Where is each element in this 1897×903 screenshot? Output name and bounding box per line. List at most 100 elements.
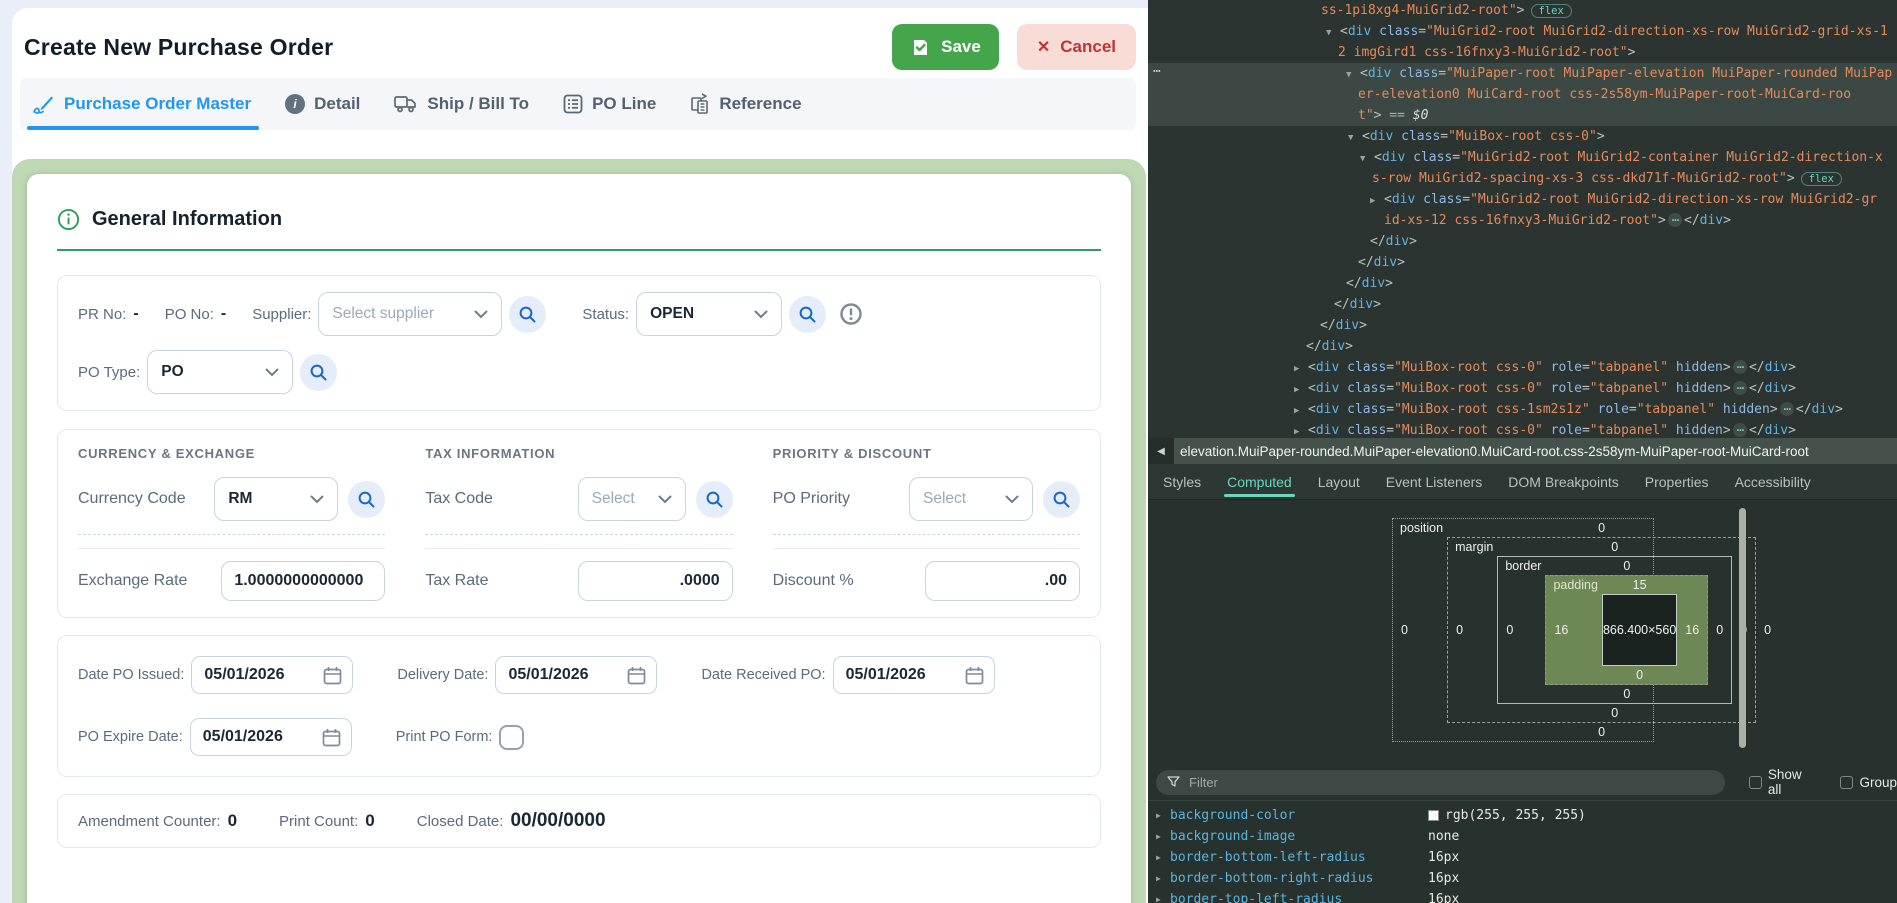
po-expire-date-input[interactable]: 05/01/2026 bbox=[190, 718, 352, 756]
computed-property-row[interactable]: ▶background-colorrgb(255, 255, 255) bbox=[1148, 805, 1897, 826]
computed-properties-list[interactable]: ▶background-colorrgb(255, 255, 255)▶back… bbox=[1148, 800, 1897, 903]
tab-po-line[interactable]: PO Line bbox=[563, 78, 656, 130]
dom-tree-line[interactable]: </div> bbox=[1148, 294, 1897, 315]
dom-tree-line[interactable]: id-xs-12 css-16fnxy3-MuiGrid2-root">⋯</d… bbox=[1148, 210, 1897, 231]
group-toggle[interactable]: Group bbox=[1840, 775, 1897, 790]
box-model-diagram: position 0 0 0 0 margin 0 0 0 0 border bbox=[1392, 518, 1654, 742]
devtools-tab-properties[interactable]: Properties bbox=[1632, 464, 1722, 500]
currency-code-select[interactable]: RM bbox=[214, 477, 338, 521]
tab-purchase-order-master[interactable]: Purchase Order Master bbox=[32, 78, 251, 130]
form-green-frame: General Information PR No: - PO No: - bbox=[12, 159, 1146, 903]
devtools-tab-computed[interactable]: Computed bbox=[1214, 464, 1305, 500]
save-button[interactable]: Save bbox=[892, 24, 999, 70]
status-value: OPEN bbox=[650, 305, 694, 323]
dom-tree-line[interactable]: </div> bbox=[1148, 252, 1897, 273]
devtools-tab-dom-breakpoints[interactable]: DOM Breakpoints bbox=[1495, 464, 1631, 500]
position-top: 0 bbox=[1447, 519, 1756, 537]
exchange-rate-label: Exchange Rate bbox=[78, 572, 211, 590]
position-bottom: 0 bbox=[1447, 723, 1756, 741]
po-type-search-button[interactable] bbox=[300, 354, 337, 391]
po-priority-search-button[interactable] bbox=[1043, 481, 1080, 518]
dom-tree-line[interactable]: ▼<div class="MuiGrid2-root MuiGrid2-dire… bbox=[1148, 21, 1897, 42]
more-actions-icon[interactable]: ⋯ bbox=[1153, 61, 1159, 82]
devtools-breadcrumb-bar[interactable]: ◀ elevation.MuiPaper-rounded.MuiPaper-el… bbox=[1148, 438, 1897, 464]
breadcrumb-back-button[interactable]: ◀ bbox=[1148, 438, 1174, 464]
signature-pen-icon bbox=[32, 93, 55, 116]
breadcrumb[interactable]: elevation.MuiPaper-rounded.MuiPaper-elev… bbox=[1174, 444, 1809, 459]
currency-search-button[interactable] bbox=[348, 481, 385, 518]
status-select[interactable]: OPEN bbox=[636, 292, 782, 336]
dom-tree-line[interactable]: er-elevation0 MuiCard-root css-2s58ym-Mu… bbox=[1148, 84, 1897, 105]
dom-tree-line[interactable]: t"> == $0 bbox=[1148, 105, 1897, 126]
app-card: Create New Purchase Order Save ✕ Cancel bbox=[12, 8, 1148, 903]
expand-arrow-icon[interactable]: ▶ bbox=[1156, 853, 1170, 862]
dom-tree-line[interactable]: ▶<div class="MuiBox-root css-0" role="ta… bbox=[1148, 420, 1897, 438]
dom-tree-line[interactable]: 2 imgGird1 css-16fnxy3-MuiGrid2-root"> bbox=[1148, 42, 1897, 63]
save-button-label: Save bbox=[941, 37, 981, 57]
priority-section-header: PRIORITY & DISCOUNT bbox=[773, 446, 1080, 461]
tab-ship-bill-to[interactable]: Ship / Bill To bbox=[394, 78, 529, 130]
po-priority-select[interactable]: Select bbox=[909, 477, 1033, 521]
status-search-button[interactable] bbox=[789, 296, 826, 333]
calendar-icon[interactable] bbox=[323, 666, 342, 685]
supplier-search-button[interactable] bbox=[509, 296, 546, 333]
dom-tree-line[interactable]: </div> bbox=[1148, 231, 1897, 252]
tax-code-search-button[interactable] bbox=[696, 481, 733, 518]
supplier-select[interactable]: Select supplier bbox=[318, 292, 502, 336]
dom-tree-line[interactable]: ▶<div class="MuiBox-root css-1sm2s1z" ro… bbox=[1148, 399, 1897, 420]
padding-left: 16 bbox=[1546, 623, 1602, 637]
dom-tree-line[interactable]: ▶<div class="MuiGrid2-root MuiGrid2-dire… bbox=[1148, 189, 1897, 210]
devtools-tab-event-listeners[interactable]: Event Listeners bbox=[1373, 464, 1496, 500]
dom-tree-line[interactable]: ss-1pi8xg4-MuiGrid2-root">flex bbox=[1148, 0, 1897, 21]
date-po-issued-input[interactable]: 05/01/2026 bbox=[191, 656, 353, 694]
print-po-form-checkbox[interactable] bbox=[499, 725, 524, 750]
padding-label: padding bbox=[1546, 576, 1602, 594]
calendar-icon[interactable] bbox=[965, 666, 984, 685]
group-checkbox[interactable] bbox=[1840, 776, 1853, 789]
tax-rate-input[interactable]: .0000 bbox=[578, 561, 733, 601]
discount-input[interactable]: .00 bbox=[925, 561, 1080, 601]
tab-reference[interactable]: Reference bbox=[690, 78, 801, 130]
dom-tree-line[interactable]: s-row MuiGrid2-spacing-xs-3 css-dkd71f-M… bbox=[1148, 168, 1897, 189]
show-all-checkbox[interactable] bbox=[1749, 776, 1761, 789]
scrollbar-thumb[interactable] bbox=[1739, 508, 1746, 748]
filter-input[interactable]: Filter bbox=[1156, 770, 1725, 795]
funnel-filter-icon bbox=[1167, 776, 1180, 788]
margin-left: 0 bbox=[1448, 623, 1497, 637]
dom-tree-line[interactable]: ▶<div class="MuiBox-root css-0" role="ta… bbox=[1148, 378, 1897, 399]
devtools-tab-styles[interactable]: Styles bbox=[1150, 464, 1214, 500]
expand-arrow-icon[interactable]: ▶ bbox=[1156, 811, 1170, 820]
collapsed-children-icon: ⋯ bbox=[1733, 423, 1747, 437]
dom-tree-line[interactable]: ▼<div class="MuiBox-root css-0"> bbox=[1148, 126, 1897, 147]
expand-arrow-icon[interactable]: ▶ bbox=[1156, 874, 1170, 883]
calendar-icon[interactable] bbox=[627, 666, 646, 685]
computed-property-row[interactable]: ▶border-top-left-radius16px bbox=[1148, 889, 1897, 903]
expand-arrow-icon[interactable]: ▶ bbox=[1156, 832, 1170, 841]
expand-arrow-icon[interactable]: ▶ bbox=[1156, 895, 1170, 903]
tax-code-select[interactable]: Select bbox=[578, 477, 686, 521]
po-type-select[interactable]: PO bbox=[147, 350, 293, 394]
devtools-tab-layout[interactable]: Layout bbox=[1305, 464, 1373, 500]
delivery-date-input[interactable]: 05/01/2026 bbox=[495, 656, 657, 694]
devtools-tab-accessibility[interactable]: Accessibility bbox=[1722, 464, 1824, 500]
computed-property-row[interactable]: ▶background-imagenone bbox=[1148, 826, 1897, 847]
dom-tree-line[interactable]: ⋯▼<div class="MuiPaper-root MuiPaper-ele… bbox=[1148, 63, 1897, 84]
dom-tree-line[interactable]: </div> bbox=[1148, 273, 1897, 294]
counters-fieldset: Amendment Counter: 0 Print Count: 0 Clos… bbox=[57, 794, 1101, 848]
cancel-button[interactable]: ✕ Cancel bbox=[1017, 24, 1136, 70]
document-reference-icon bbox=[690, 93, 710, 115]
dom-tree-line[interactable]: ▼<div class="MuiGrid2-root MuiGrid2-cont… bbox=[1148, 147, 1897, 168]
date-received-po-input[interactable]: 05/01/2026 bbox=[833, 656, 995, 694]
property-value: 16px bbox=[1428, 850, 1459, 865]
padding-top: 15 bbox=[1602, 576, 1677, 594]
dom-tree-line[interactable]: ▶<div class="MuiBox-root css-0" role="ta… bbox=[1148, 357, 1897, 378]
dom-tree-line[interactable]: </div> bbox=[1148, 315, 1897, 336]
exchange-rate-input[interactable]: 1.0000000000000 bbox=[221, 561, 385, 601]
computed-property-row[interactable]: ▶border-bottom-left-radius16px bbox=[1148, 847, 1897, 868]
dom-tree-line[interactable]: </div> bbox=[1148, 336, 1897, 357]
show-all-toggle[interactable]: Show all bbox=[1749, 767, 1816, 797]
calendar-icon[interactable] bbox=[322, 728, 341, 747]
computed-property-row[interactable]: ▶border-bottom-right-radius16px bbox=[1148, 868, 1897, 889]
tab-detail[interactable]: i Detail bbox=[285, 78, 360, 130]
dom-tree[interactable]: ss-1pi8xg4-MuiGrid2-root">flex▼<div clas… bbox=[1148, 0, 1897, 438]
